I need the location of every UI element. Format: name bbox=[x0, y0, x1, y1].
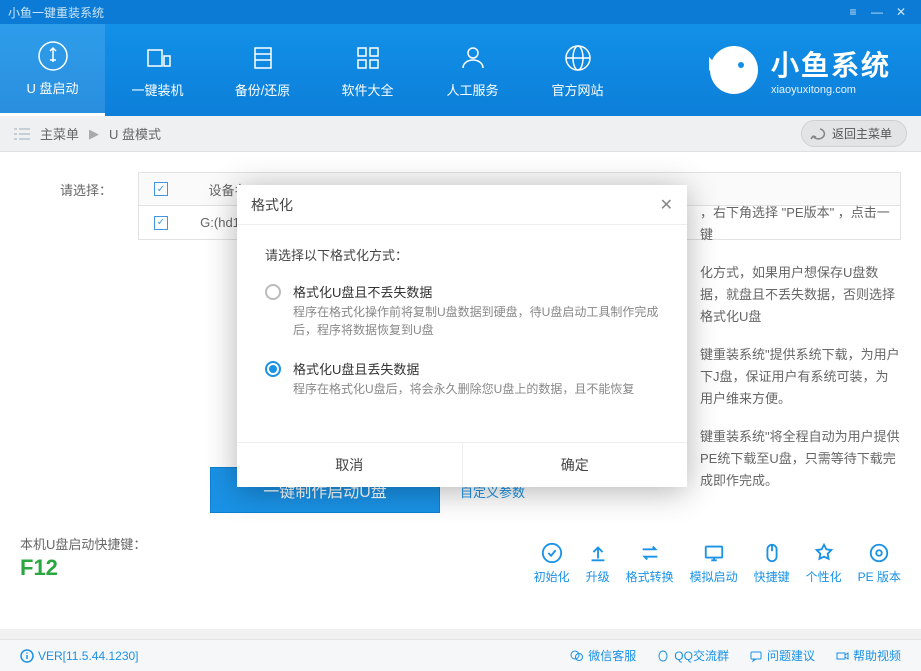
ok-button[interactable]: 确定 bbox=[462, 443, 688, 487]
radio-icon[interactable] bbox=[265, 361, 281, 377]
cancel-button[interactable]: 取消 bbox=[237, 443, 462, 487]
option-title: 格式化U盘且不丢失数据 bbox=[293, 282, 659, 301]
dialog-header: 格式化 ✕ bbox=[237, 185, 687, 225]
dialog-close-button[interactable]: ✕ bbox=[660, 195, 673, 215]
format-dialog: 格式化 ✕ 请选择以下格式化方式： 格式化U盘且不丢失数据 程序在格式化操作前将… bbox=[237, 185, 687, 487]
option-description: 程序在格式化U盘后，将会永久删除您U盘上的数据，且不能恢复 bbox=[293, 380, 634, 398]
dialog-title: 格式化 bbox=[251, 195, 293, 215]
radio-option-keep-data[interactable]: 格式化U盘且不丢失数据 程序在格式化操作前将复制U盘数据到硬盘，待U盘启动工具制… bbox=[265, 282, 659, 339]
radio-option-lose-data[interactable]: 格式化U盘且丢失数据 程序在格式化U盘后，将会永久删除您U盘上的数据，且不能恢复 bbox=[265, 359, 659, 398]
option-title: 格式化U盘且丢失数据 bbox=[293, 359, 634, 378]
radio-icon[interactable] bbox=[265, 284, 281, 300]
option-description: 程序在格式化操作前将复制U盘数据到硬盘，待U盘启动工具制作完成后，程序将数据恢复… bbox=[293, 303, 659, 339]
dialog-prompt: 请选择以下格式化方式： bbox=[265, 245, 659, 264]
